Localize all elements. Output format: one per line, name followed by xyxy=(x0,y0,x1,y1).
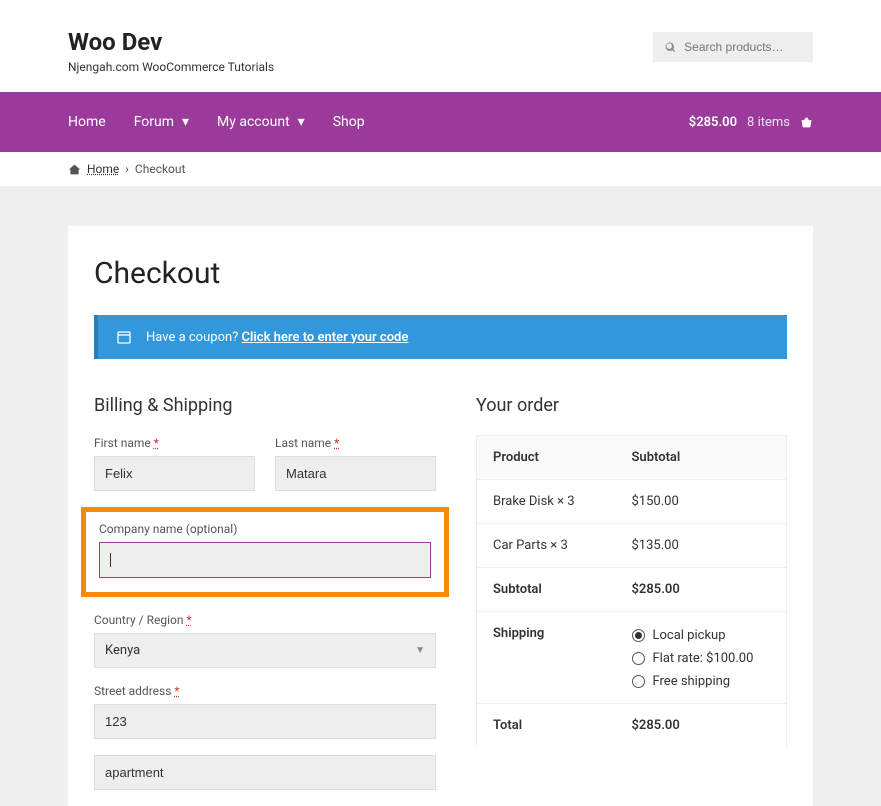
radio-icon xyxy=(632,629,645,642)
coupon-link[interactable]: Click here to enter your code xyxy=(242,330,409,345)
radio-icon xyxy=(632,675,645,688)
order-subtotal-row: Subtotal $285.00 xyxy=(476,567,787,612)
shipping-label: Shipping xyxy=(493,626,632,689)
calendar-icon xyxy=(116,329,132,345)
text-cursor-icon xyxy=(110,553,111,567)
nav-forum-label: Forum xyxy=(134,114,174,130)
site-title[interactable]: Woo Dev xyxy=(68,28,274,56)
street-label: Street address * xyxy=(94,684,436,698)
last-name-input[interactable] xyxy=(275,456,436,491)
billing-heading: Billing & Shipping xyxy=(94,395,436,416)
cart-summary[interactable]: $285.00 8 items xyxy=(689,115,813,130)
required-icon: * xyxy=(334,436,339,450)
order-item-name: Car Parts × 3 xyxy=(493,538,632,553)
country-value: Kenya xyxy=(105,643,140,658)
site-tagline: Njengah.com WooCommerce Tutorials xyxy=(68,60,274,74)
subtotal-label: Subtotal xyxy=(493,582,632,597)
breadcrumb: Home › Checkout xyxy=(0,152,881,186)
order-head-subtotal: Subtotal xyxy=(632,450,771,465)
breadcrumb-home[interactable]: Home xyxy=(87,162,119,176)
chevron-down-icon: ▾ xyxy=(182,114,189,130)
chevron-down-icon: ▾ xyxy=(298,114,305,130)
country-select[interactable]: Kenya ▼ xyxy=(94,633,436,668)
search-icon xyxy=(665,41,676,54)
last-name-label: Last name * xyxy=(275,436,436,450)
order-total-row: Total $285.00 xyxy=(476,703,787,747)
search-box[interactable] xyxy=(653,32,813,62)
first-name-label: First name * xyxy=(94,436,255,450)
page-title: Checkout xyxy=(94,256,787,291)
chevron-down-icon: ▼ xyxy=(415,645,425,656)
coupon-prompt: Have a coupon? xyxy=(146,330,238,345)
street-input[interactable] xyxy=(94,704,436,739)
required-icon: * xyxy=(154,436,159,450)
nav-forum[interactable]: Forum ▾ xyxy=(134,114,189,130)
radio-icon xyxy=(632,652,645,665)
breadcrumb-sep: › xyxy=(125,162,129,176)
order-table: Product Subtotal Brake Disk × 3 $150.00 … xyxy=(476,435,787,747)
shipping-option-label: Flat rate: $100.00 xyxy=(653,651,754,666)
country-label: Country / Region * xyxy=(94,613,436,627)
nav-account[interactable]: My account ▾ xyxy=(217,114,305,130)
cart-items-count: 8 items xyxy=(747,115,790,130)
coupon-notice: Have a coupon? Click here to enter your … xyxy=(94,315,787,359)
nav-menu: Home Forum ▾ My account ▾ Shop xyxy=(68,114,365,130)
subtotal-value: $285.00 xyxy=(632,582,771,597)
order-item-name: Brake Disk × 3 xyxy=(493,494,632,509)
search-input[interactable] xyxy=(684,40,801,54)
company-highlight: Company name (optional) xyxy=(81,507,449,597)
shipping-option-label: Free shipping xyxy=(653,674,731,689)
cart-total: $285.00 xyxy=(689,115,737,130)
total-value: $285.00 xyxy=(632,718,771,733)
first-name-input[interactable] xyxy=(94,456,255,491)
order-head-product: Product xyxy=(493,450,632,465)
shipping-option[interactable]: Free shipping xyxy=(632,674,771,689)
shipping-option-label: Local pickup xyxy=(653,628,726,643)
order-heading: Your order xyxy=(476,395,787,416)
order-item-row: Brake Disk × 3 $150.00 xyxy=(476,479,787,524)
order-item-subtotal: $135.00 xyxy=(632,538,771,553)
nav-home[interactable]: Home xyxy=(68,114,106,130)
required-icon: * xyxy=(174,684,179,698)
nav-shop[interactable]: Shop xyxy=(333,114,365,130)
total-label: Total xyxy=(493,718,632,733)
shipping-option[interactable]: Local pickup xyxy=(632,628,771,643)
order-item-row: Car Parts × 3 $135.00 xyxy=(476,523,787,568)
order-item-subtotal: $150.00 xyxy=(632,494,771,509)
required-icon: * xyxy=(186,613,191,627)
home-icon xyxy=(68,163,81,176)
company-label: Company name (optional) xyxy=(99,522,436,536)
apartment-input[interactable] xyxy=(94,755,436,790)
basket-icon xyxy=(800,116,813,129)
breadcrumb-current: Checkout xyxy=(135,162,186,176)
shipping-option[interactable]: Flat rate: $100.00 xyxy=(632,651,771,666)
order-shipping-row: Shipping Local pickup Flat rate: $100.00… xyxy=(476,611,787,704)
company-input[interactable] xyxy=(99,542,431,578)
nav-account-label: My account xyxy=(217,114,290,130)
